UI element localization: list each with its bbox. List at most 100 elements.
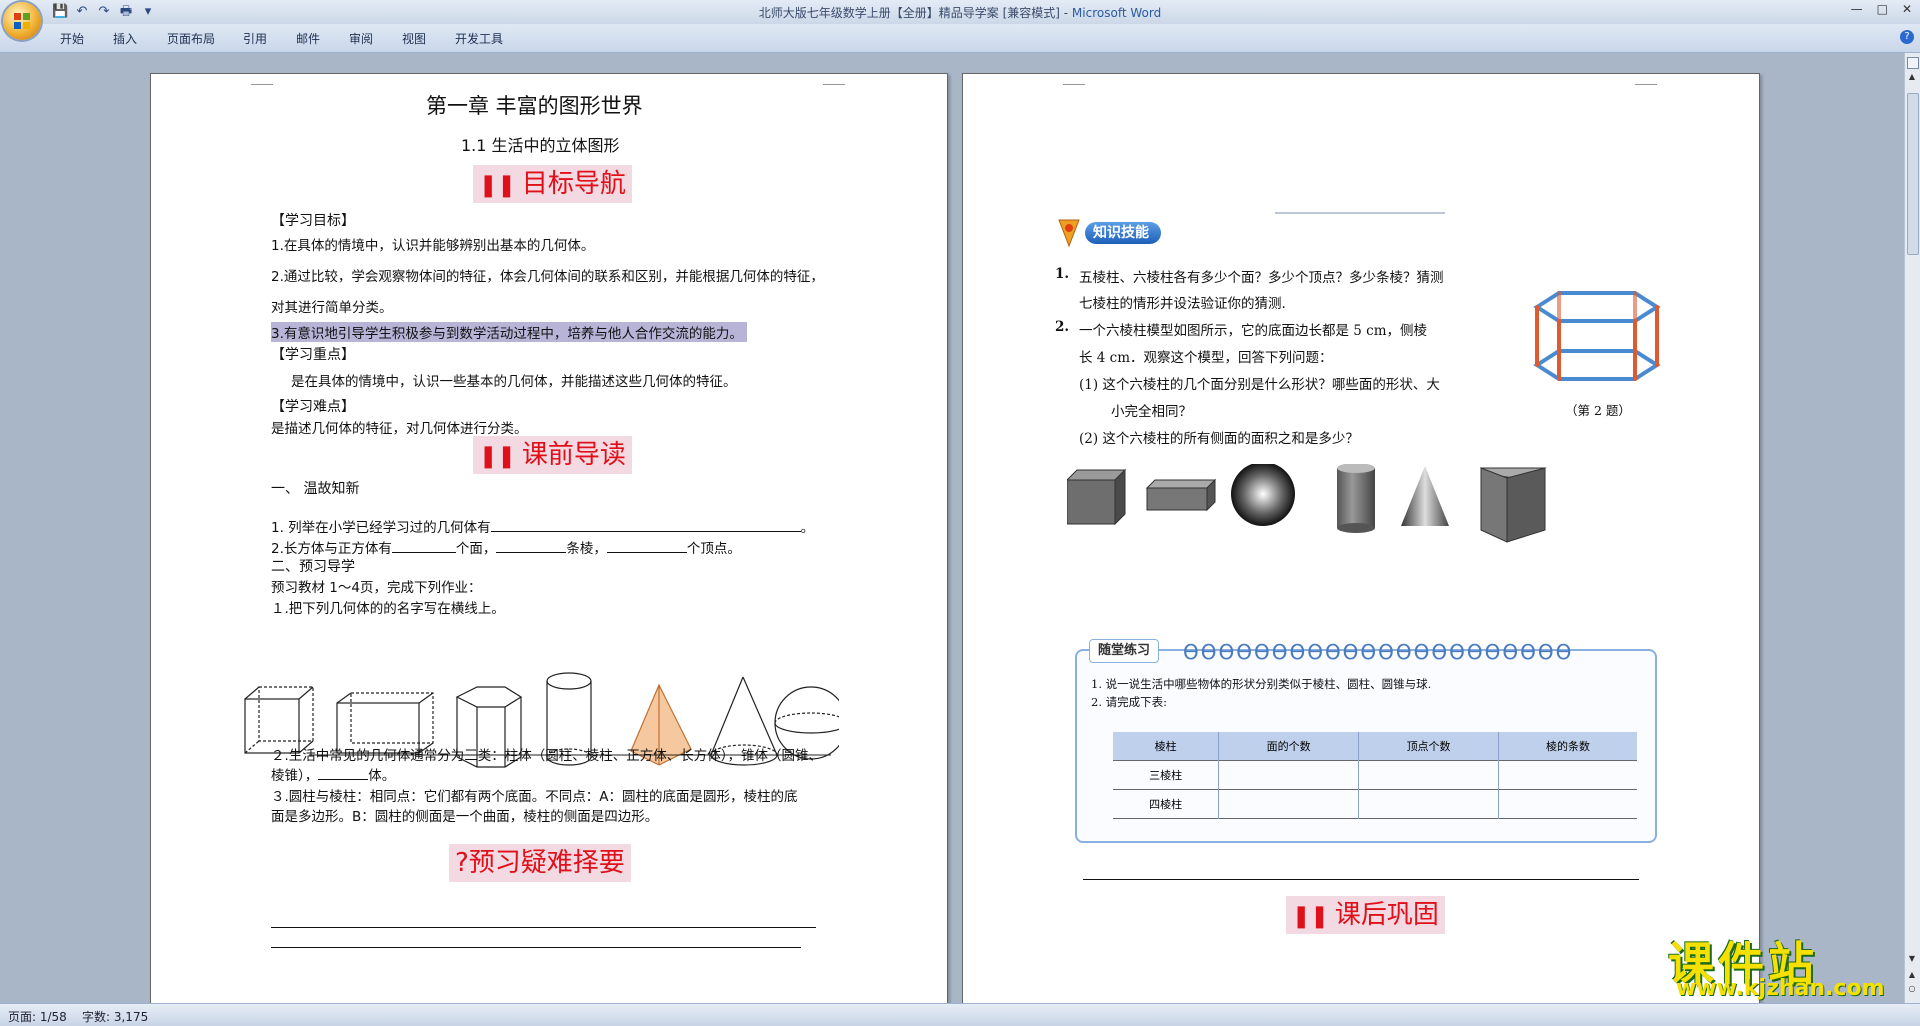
document-title: 北师大版七年级数学上册【全册】精品导学案 [兼容模式] - xyxy=(758,6,1072,20)
table-row: 三棱柱 xyxy=(1113,760,1637,790)
difficulty-heading: 【学习难点】 xyxy=(271,399,355,415)
cylinder-object xyxy=(1337,464,1375,533)
prism-object xyxy=(1479,467,1547,543)
decorative-rule xyxy=(1275,212,1445,214)
window-title: 北师大版七年级数学上册【全册】精品导学案 [兼容模式] - Microsoft … xyxy=(0,4,1920,21)
tab-developer[interactable]: 开发工具 xyxy=(455,30,503,47)
table-cell xyxy=(1218,789,1359,819)
help-icon[interactable]: ? xyxy=(1900,30,1914,44)
table-header-row: 棱柱 面的个数 顶点个数 棱的条数 xyxy=(1113,732,1637,761)
page-corner-mark xyxy=(823,74,845,85)
view-ruler-icon[interactable] xyxy=(1907,57,1919,69)
tab-page-layout[interactable]: 页面布局 xyxy=(167,30,215,47)
word-count[interactable]: 字数: 3,175 xyxy=(82,1008,148,1025)
office-button[interactable] xyxy=(3,2,41,40)
table-row: 四棱柱 xyxy=(1113,789,1637,819)
problem-2-line-5: (2) 这个六棱柱的所有侧面的面积之和是多少？ xyxy=(1079,431,1359,447)
tab-view[interactable]: 视图 xyxy=(402,30,426,47)
question-1-text: 1. 列举在小学已经学习过的几何体有 xyxy=(271,520,491,536)
problem-2-number: 2. xyxy=(1055,319,1070,335)
page-corner-mark xyxy=(251,74,273,85)
problem-1-number: 1. xyxy=(1055,266,1070,282)
previous-page-icon[interactable]: ▲ xyxy=(1907,969,1917,981)
task-2b-text: 棱锥）， xyxy=(271,768,319,784)
tab-insert[interactable]: 插入 xyxy=(113,30,137,47)
scroll-up-icon[interactable]: ▲ xyxy=(1907,71,1917,83)
banner-difficulties: ?预习疑难择要 xyxy=(449,844,631,882)
answer-blank xyxy=(318,765,369,780)
question-2-text: 2.长方体与正方体有 xyxy=(271,541,392,557)
goal-2b: 对其进行简单分类。 xyxy=(271,300,393,316)
tab-review[interactable]: 审阅 xyxy=(349,30,373,47)
review-heading: 一、 温故知新 xyxy=(271,481,360,497)
browse-object-icon[interactable]: ○ xyxy=(1907,983,1917,995)
cube-object xyxy=(1067,468,1127,526)
section-divider xyxy=(1083,879,1639,880)
table-cell xyxy=(1358,789,1499,819)
app-name: Microsoft Word xyxy=(1071,6,1162,20)
table-cell: 四棱柱 xyxy=(1113,789,1219,819)
difficulty-text: 是描述几何体的特征，对几何体进行分类。 xyxy=(271,421,528,437)
sphere-object xyxy=(1231,464,1295,526)
scrollbar-thumb[interactable] xyxy=(1907,93,1919,255)
cuboid-object xyxy=(1145,478,1217,512)
page-corner-mark xyxy=(1063,74,1085,85)
table-cell xyxy=(1358,760,1499,790)
document-page-2[interactable]: 知识技能 1. 五棱柱、六棱柱各有多少个面？多少个顶点？多少条棱？猜测 七棱柱的… xyxy=(962,73,1760,1005)
site-watermark: 课件站 www.kjzhan.com xyxy=(1668,928,1903,1003)
knowledge-skill-label: 知识技能 xyxy=(1085,222,1161,244)
status-bar: 页面: 1/58 字数: 3,175 xyxy=(0,1003,1920,1026)
tab-mailings[interactable]: 邮件 xyxy=(296,30,320,47)
section-title: 1.1 生活中的立体图形 xyxy=(461,136,620,155)
problem-2-line-4: 小完全相同？ xyxy=(1111,404,1192,420)
scroll-down-icon[interactable]: ▼ xyxy=(1907,953,1917,965)
table-cell xyxy=(1218,760,1359,790)
maximize-icon[interactable]: □ xyxy=(1877,2,1888,16)
banner-bars-icon: ❚❚ xyxy=(479,444,516,469)
tab-home[interactable]: 开始 xyxy=(60,30,84,47)
pencil-badge-icon xyxy=(1058,219,1080,248)
preview-heading: 二、预习导学 xyxy=(271,559,355,575)
vertical-scrollbar[interactable]: ▲ ▼ ▲ ○ xyxy=(1904,53,1920,1003)
office-logo-icon xyxy=(14,13,30,29)
watermark-url: www.kjzhan.com xyxy=(1676,976,1885,1001)
problem-1-line-2: 七棱柱的情形并设法验证你的猜测. xyxy=(1079,296,1286,312)
problem-2-line-1: 一个六棱柱模型如图所示，它的底面边长都是 5 cm，侧棱 xyxy=(1079,323,1428,339)
cone-object xyxy=(1401,466,1449,526)
close-icon[interactable]: ✕ xyxy=(1902,2,1912,16)
task-1: １.把下列几何体的的名字写在横线上。 xyxy=(271,601,505,617)
hexagonal-prism-model-figure xyxy=(1533,291,1661,381)
document-page-1[interactable]: 第一章 丰富的图形世界 1.1 生活中的立体图形 ❚❚ 目标导航 【学习目标】 1… xyxy=(150,73,948,1005)
answer-blank xyxy=(496,538,567,553)
banner-after-class-label: 课后巩固 xyxy=(1334,900,1439,930)
answer-line xyxy=(271,947,801,948)
answer-blank xyxy=(606,538,687,553)
banner-bars-icon: ❚❚ xyxy=(1292,904,1329,929)
chapter-title: 第一章 丰富的图形世界 xyxy=(426,94,643,118)
table-cell xyxy=(1498,789,1637,819)
table-header-cell: 面的个数 xyxy=(1218,732,1359,761)
question-2-text: 个面， xyxy=(455,541,497,557)
banner-goals-label: 目标导航 xyxy=(521,169,626,199)
page-indicator[interactable]: 页面: 1/58 xyxy=(8,1008,67,1025)
banner-bars-icon: ❚❚ xyxy=(479,173,516,198)
table-cell xyxy=(1498,760,1637,790)
practice-item-1: 1. 说一说生活中哪些物体的形状分别类似于棱柱、圆柱、圆锥与球. xyxy=(1091,677,1432,691)
prism-table: 棱柱 面的个数 顶点个数 棱的条数 三棱柱 四棱柱 xyxy=(1113,732,1637,819)
task-2c-text: 体。 xyxy=(368,768,396,784)
banner-goals: ❚❚ 目标导航 xyxy=(473,165,632,203)
problem-2-line-3: (1) 这个六棱柱的几个面分别是什么形状？哪些面的形状、大 xyxy=(1079,377,1440,393)
goal-heading: 【学习目标】 xyxy=(271,213,355,229)
problem-2-line-2: 长 4 cm．观察这个模型，回答下列问题： xyxy=(1079,350,1333,366)
task-2a: ２.生活中常见的几何体通常分为三类：柱体（圆柱、棱柱、正方体、长方体），锥体（圆… xyxy=(271,748,823,764)
minimize-icon[interactable]: — xyxy=(1851,2,1863,16)
solid-objects-figure xyxy=(1067,464,1547,543)
banner-preview-label: 课前导读 xyxy=(521,440,626,470)
answer-line xyxy=(271,927,816,928)
problem-1-line-1: 五棱柱、六棱柱各有多少个面？多少个顶点？多少条棱？猜测 xyxy=(1079,270,1444,286)
key-heading: 【学习重点】 xyxy=(271,347,355,363)
table-cell: 三棱柱 xyxy=(1113,760,1219,790)
tab-references[interactable]: 引用 xyxy=(243,30,267,47)
task-3b: 面是多边形。B：圆柱的侧面是一个曲面，棱柱的侧面是四边形。 xyxy=(271,809,659,825)
question-2: 2.长方体与正方体有 个面， 条棱， 个顶点。 xyxy=(271,537,741,557)
